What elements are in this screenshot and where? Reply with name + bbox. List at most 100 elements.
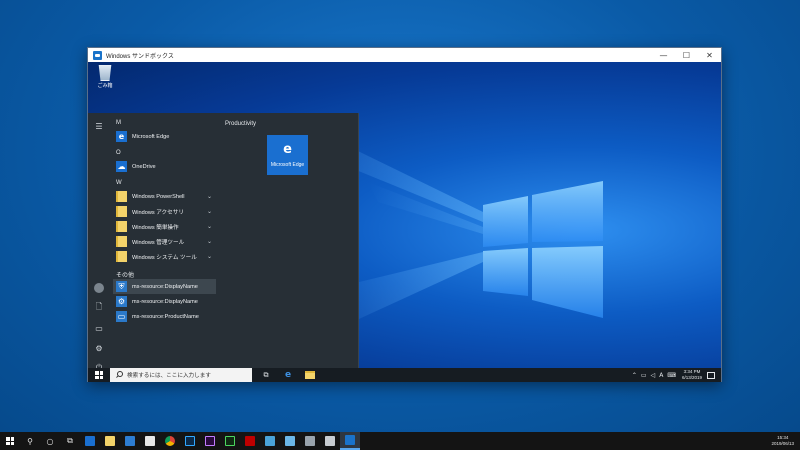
folder-icon bbox=[116, 206, 127, 217]
chevron-up-icon[interactable]: ⌃ bbox=[632, 372, 637, 379]
folder-icon bbox=[116, 191, 127, 202]
recycle-bin[interactable]: ごみ箱 bbox=[92, 65, 118, 89]
start-rail: ☰ 🗋 ▭ ⚙ ⏻ bbox=[88, 113, 110, 368]
sandbox-titlebar[interactable]: Windows サンドボックス — ☐ ✕ bbox=[88, 48, 721, 62]
volume-icon[interactable]: ◁ bbox=[651, 372, 656, 379]
maximize-button[interactable]: ☐ bbox=[675, 48, 698, 62]
file-explorer-button[interactable] bbox=[100, 432, 120, 450]
app-item-label: Windows 管理ツール bbox=[132, 239, 185, 246]
app-button-4[interactable] bbox=[320, 432, 340, 450]
tile-label: Microsoft Edge bbox=[270, 161, 305, 168]
chevron-down-icon: ⌄ bbox=[206, 238, 212, 245]
app-item-ms-resource-displayname-1[interactable]: ⛨ ms-resource:DisplayName bbox=[113, 279, 216, 294]
mail-icon bbox=[145, 436, 155, 446]
chevron-down-icon: ⌄ bbox=[206, 208, 212, 215]
letter-header[interactable]: W bbox=[116, 180, 122, 186]
guest-date: 6/13/2019 bbox=[681, 375, 702, 380]
edge-icon: e bbox=[283, 141, 292, 157]
app-item-label: ms-resource:ProductName bbox=[132, 313, 199, 320]
windows-logo-icon bbox=[95, 371, 103, 379]
dreamweaver-icon bbox=[225, 436, 235, 446]
host-search-button[interactable]: ⚲ bbox=[20, 432, 40, 450]
host-date: 2019/06/13 bbox=[771, 441, 794, 446]
guest-taskbar: 検索するには、ここに入力します ⧉ e ⌃ ▭ ◁ A ⌨ 3:34 PM 6/… bbox=[88, 368, 721, 382]
window-title: Windows サンドボックス bbox=[106, 53, 174, 60]
edge-taskbar-icon[interactable]: e bbox=[277, 368, 299, 382]
app-icon bbox=[265, 436, 275, 446]
windows-logo-icon bbox=[6, 437, 14, 445]
mail-button[interactable] bbox=[140, 432, 160, 450]
filezilla-icon bbox=[245, 436, 255, 446]
folder-icon bbox=[305, 371, 315, 379]
sandbox-window: Windows サンドボックス — ☐ ✕ ごみ箱 ☰ 🗋 ▭ ⚙ ⏻ M e … bbox=[87, 47, 722, 382]
letter-header[interactable]: O bbox=[116, 150, 121, 156]
app-icon bbox=[325, 436, 335, 446]
sandbox-app-icon bbox=[93, 50, 102, 60]
cortana-button[interactable]: ○ bbox=[40, 432, 60, 450]
dreamweaver-button[interactable] bbox=[220, 432, 240, 450]
app-item-label: Windows アクセサリ bbox=[132, 209, 184, 216]
photoshop-button[interactable] bbox=[180, 432, 200, 450]
guest-desktop: ごみ箱 ☰ 🗋 ▭ ⚙ ⏻ M e Microsoft Edge O ☁ One… bbox=[88, 62, 721, 368]
guest-search-box[interactable]: 検索するには、ここに入力します bbox=[110, 368, 252, 382]
edge-icon: e bbox=[116, 131, 127, 142]
onedrive-icon: ☁ bbox=[116, 161, 127, 172]
app-icon bbox=[305, 436, 315, 446]
premiere-icon bbox=[205, 436, 215, 446]
app-item-onedrive[interactable]: ☁ OneDrive bbox=[113, 159, 216, 174]
sandbox-app-icon bbox=[345, 435, 355, 445]
guest-system-tray: ⌃ ▭ ◁ A ⌨ 3:34 PM 6/13/2019 bbox=[630, 368, 721, 382]
guest-clock[interactable]: 3:34 PM 6/13/2019 bbox=[682, 369, 702, 381]
ime-mode-indicator[interactable]: A bbox=[659, 372, 663, 379]
tiles-group-header[interactable]: Productivity bbox=[225, 121, 256, 127]
sandbox-taskbar-button[interactable] bbox=[340, 432, 360, 450]
recycle-bin-label: ごみ箱 bbox=[97, 83, 113, 89]
premiere-button[interactable] bbox=[200, 432, 220, 450]
chevron-down-icon: ⌄ bbox=[206, 223, 212, 230]
power-icon[interactable]: ⏻ bbox=[88, 359, 110, 368]
app-item-windows-ease-of-access[interactable]: Windows 簡単操作 ⌄ bbox=[113, 219, 216, 234]
ime-settings-icon[interactable]: ⌨ bbox=[667, 372, 676, 379]
tile-microsoft-edge[interactable]: e Microsoft Edge bbox=[267, 135, 308, 175]
close-button[interactable]: ✕ bbox=[698, 48, 721, 62]
app-button-1[interactable] bbox=[260, 432, 280, 450]
letter-header[interactable]: その他 bbox=[116, 270, 134, 279]
app-button-2[interactable] bbox=[280, 432, 300, 450]
task-view-button[interactable]: ⧉ bbox=[60, 432, 80, 450]
recycle-bin-icon bbox=[98, 65, 112, 81]
monitor-icon: ▭ bbox=[116, 311, 127, 322]
settings-gear-icon[interactable]: ⚙ bbox=[88, 339, 110, 357]
store-button[interactable] bbox=[120, 432, 140, 450]
app-item-ms-resource-productname[interactable]: ▭ ms-resource:ProductName bbox=[113, 309, 216, 324]
guest-start-button[interactable] bbox=[88, 368, 110, 382]
app-item-windows-accessories[interactable]: Windows アクセサリ ⌄ bbox=[113, 204, 216, 219]
host-clock[interactable]: 15:34 2019/06/13 bbox=[771, 435, 794, 447]
file-explorer-button[interactable] bbox=[299, 368, 321, 382]
app-item-ms-resource-displayname-2[interactable]: ⚙ ms-resource:DisplayName bbox=[113, 294, 216, 309]
app-item-windows-admin-tools[interactable]: Windows 管理ツール ⌄ bbox=[113, 234, 216, 249]
task-view-button[interactable]: ⧉ bbox=[255, 368, 277, 382]
user-account-button[interactable] bbox=[88, 279, 110, 297]
host-start-button[interactable] bbox=[0, 432, 20, 450]
chrome-button[interactable] bbox=[160, 432, 180, 450]
edge-icon bbox=[85, 436, 95, 446]
notification-icon[interactable] bbox=[707, 371, 715, 379]
store-icon bbox=[125, 436, 135, 446]
minimize-button[interactable]: — bbox=[652, 48, 675, 62]
app-item-microsoft-edge[interactable]: e Microsoft Edge bbox=[113, 129, 216, 144]
app-item-windows-system-tools[interactable]: Windows システム ツール ⌄ bbox=[113, 249, 216, 264]
photoshop-icon bbox=[185, 436, 195, 446]
app-item-windows-powershell[interactable]: Windows PowerShell ⌄ bbox=[113, 189, 216, 204]
search-icon bbox=[115, 371, 123, 379]
folder-icon bbox=[116, 236, 127, 247]
folder-icon bbox=[116, 251, 127, 262]
documents-icon[interactable]: 🗋 bbox=[88, 299, 110, 317]
filezilla-button[interactable] bbox=[240, 432, 260, 450]
letter-header[interactable]: M bbox=[116, 120, 121, 126]
hamburger-menu-icon[interactable]: ☰ bbox=[88, 117, 110, 135]
network-icon[interactable]: ▭ bbox=[641, 372, 647, 379]
pictures-icon[interactable]: ▭ bbox=[88, 319, 110, 337]
app-button-3[interactable] bbox=[300, 432, 320, 450]
host-taskbar: ⚲ ○ ⧉ 15:34 2019/06/13 bbox=[0, 432, 800, 450]
edge-taskbar-icon[interactable] bbox=[80, 432, 100, 450]
